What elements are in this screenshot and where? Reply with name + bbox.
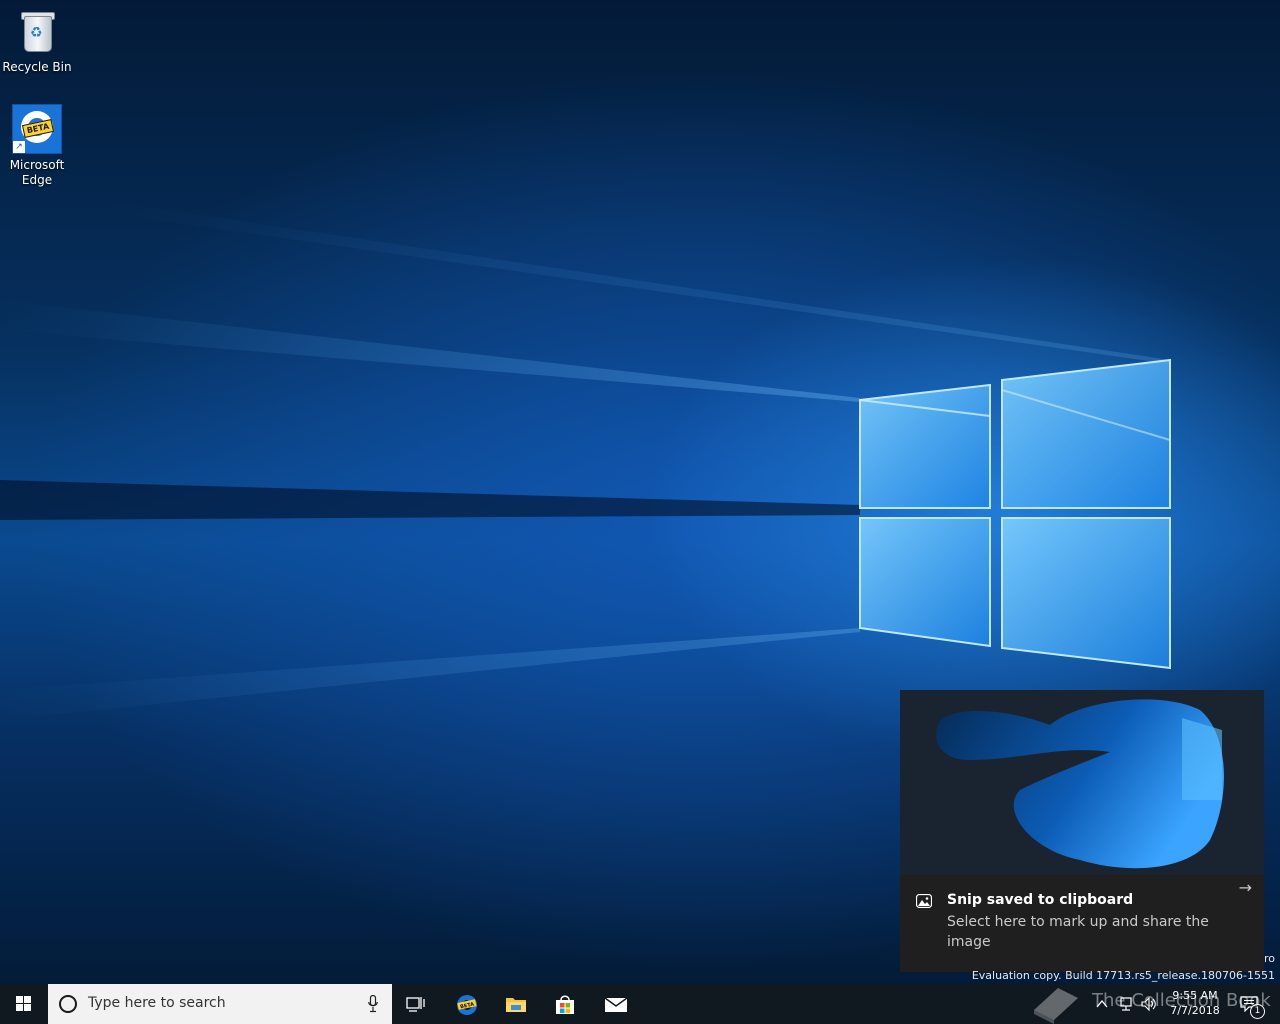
toast-title: Snip saved to clipboard — [947, 892, 1134, 908]
taskbar-search-box[interactable]: Type here to search — [48, 984, 392, 1024]
taskbar-mail[interactable] — [590, 984, 638, 1024]
desktop-icon-label: Recycle Bin — [2, 60, 72, 74]
desktop-icon-label: Microsoft Edge — [9, 158, 65, 187]
mail-icon — [604, 997, 628, 1012]
snip-image-icon — [916, 894, 932, 908]
book-logo-icon — [1034, 988, 1078, 1024]
snip-preview-image — [900, 690, 1264, 875]
cortana-icon — [59, 995, 77, 1013]
start-button[interactable] — [0, 984, 48, 1024]
store-icon — [556, 995, 574, 1014]
desktop-icon-recycle-bin[interactable]: ♻ Recycle Bin — [0, 8, 74, 75]
overlay-watermark: The Collection Book — [1028, 980, 1278, 1024]
overlay-watermark-text: The Collection Book — [1092, 990, 1271, 1011]
edge-beta-icon: BETA — [457, 995, 477, 1015]
snip-notification-toast[interactable]: → Snip saved to clipboard Select here to… — [900, 690, 1264, 972]
windows-logo-icon — [16, 996, 32, 1012]
recycle-bin-icon: ♻ — [13, 8, 61, 56]
toast-body: Select here to mark up and share the ima… — [947, 914, 1209, 950]
shortcut-arrow-icon: ↗ — [13, 141, 25, 153]
desktop-icon-microsoft-edge[interactable]: BETA ↗ Microsoft Edge — [0, 104, 74, 188]
toast-expand-arrow-icon[interactable]: → — [1239, 878, 1252, 897]
taskbar-microsoft-store[interactable] — [540, 984, 588, 1024]
edge-beta-icon: BETA ↗ — [12, 104, 62, 154]
edition-watermark: ro — [1263, 952, 1275, 965]
file-explorer-icon — [506, 998, 526, 1012]
task-view-button[interactable] — [392, 984, 440, 1024]
task-view-icon — [406, 997, 425, 1012]
microphone-icon[interactable] — [368, 995, 378, 1013]
taskbar-file-explorer[interactable] — [491, 984, 539, 1024]
search-placeholder: Type here to search — [88, 995, 226, 1011]
taskbar-edge-beta[interactable]: BETA — [442, 984, 490, 1024]
